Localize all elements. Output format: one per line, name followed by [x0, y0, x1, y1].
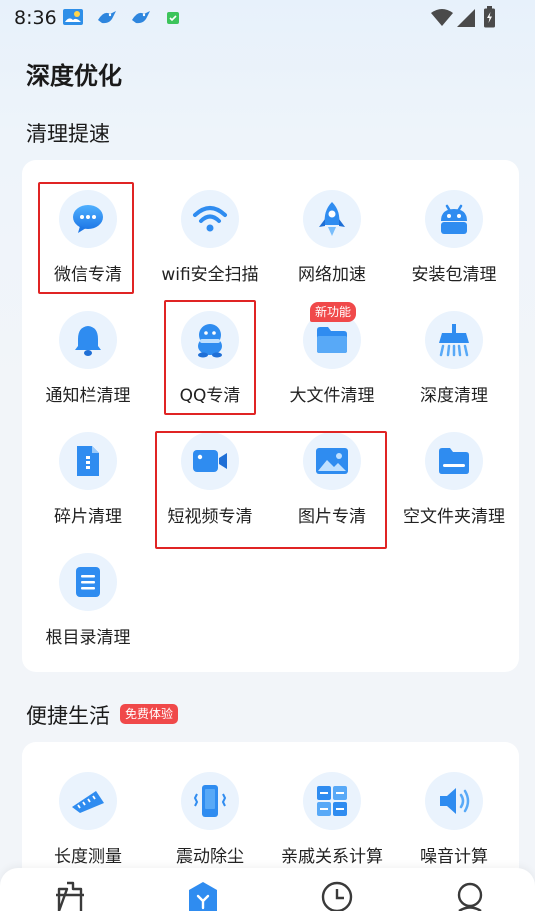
root-list-icon	[59, 553, 117, 611]
deep-clean-icon	[425, 311, 483, 369]
wifi-icon	[431, 9, 453, 26]
tile-apk-clean[interactable]: 安装包清理	[392, 182, 516, 303]
highlight-box	[164, 300, 256, 415]
status-bar: 8:36	[0, 0, 535, 36]
tile-fragment-clean[interactable]: 碎片清理	[26, 424, 150, 545]
speaker-icon	[425, 772, 483, 830]
section-title-life: 便捷生活	[26, 704, 110, 728]
tile-label: 安装包清理	[411, 265, 497, 285]
tile-empty-folder-clean[interactable]: 空文件夹清理	[392, 424, 516, 545]
bottom-nav	[0, 868, 535, 911]
tile-label: 长度测量	[54, 847, 122, 867]
signal-icon	[457, 9, 475, 27]
tile-relatives-calc[interactable]: 亲戚关系计算	[270, 764, 394, 885]
tile-label: 大文件清理	[289, 386, 375, 406]
fragment-file-icon	[59, 432, 117, 490]
relatives-calculator-icon	[303, 772, 361, 830]
tile-root-dir-clean[interactable]: 根目录清理	[26, 545, 150, 666]
tile-noise-calc[interactable]: 噪音计算	[392, 764, 516, 885]
tile-label: 亲戚关系计算	[281, 847, 383, 867]
section-title-cleanup: 清理提速	[26, 122, 110, 146]
tile-label: 空文件夹清理	[403, 507, 505, 527]
tile-label: 网络加速	[298, 265, 366, 285]
bird-notification-icon	[98, 11, 116, 24]
tile-deep-clean[interactable]: 深度清理	[392, 303, 516, 424]
optimize-tab-icon[interactable]	[183, 880, 223, 911]
tile-length-measure[interactable]: 长度测量	[26, 764, 150, 885]
empty-folder-icon	[425, 432, 483, 490]
clean-tab-icon[interactable]	[50, 880, 90, 911]
history-tab-icon[interactable]	[317, 880, 357, 911]
tile-label: 噪音计算	[420, 847, 488, 867]
battery-icon	[484, 6, 495, 28]
profile-tab-icon[interactable]	[450, 880, 490, 911]
tile-network-boost[interactable]: 网络加速	[270, 182, 394, 303]
wifi-icon	[181, 190, 239, 248]
free-trial-badge: 免费体验	[120, 704, 179, 724]
vibrate-phone-icon	[181, 772, 239, 830]
bird-notification-icon	[132, 11, 150, 24]
highlight-box	[155, 431, 387, 549]
ruler-icon	[59, 772, 117, 830]
new-feature-badge: 新功能	[310, 302, 357, 322]
tile-notification-clean[interactable]: 通知栏清理	[26, 303, 150, 424]
tile-label: 深度清理	[420, 386, 488, 406]
tile-label: 震动除尘	[176, 847, 244, 867]
highlight-box	[38, 182, 134, 294]
tile-label: wifi安全扫描	[161, 265, 259, 285]
page-title: 深度优化	[26, 62, 122, 90]
weather-icon	[63, 9, 83, 25]
tile-label: 通知栏清理	[45, 386, 131, 406]
tile-wifi-scan[interactable]: wifi安全扫描	[148, 182, 272, 303]
android-icon	[425, 190, 483, 248]
bell-icon	[59, 311, 117, 369]
app-notification-icon	[167, 12, 179, 24]
tile-label: 根目录清理	[45, 628, 131, 648]
status-time: 8:36	[14, 7, 57, 29]
tile-vibrate-dust[interactable]: 震动除尘	[148, 764, 272, 885]
rocket-icon	[303, 190, 361, 248]
tile-label: 碎片清理	[54, 507, 122, 527]
